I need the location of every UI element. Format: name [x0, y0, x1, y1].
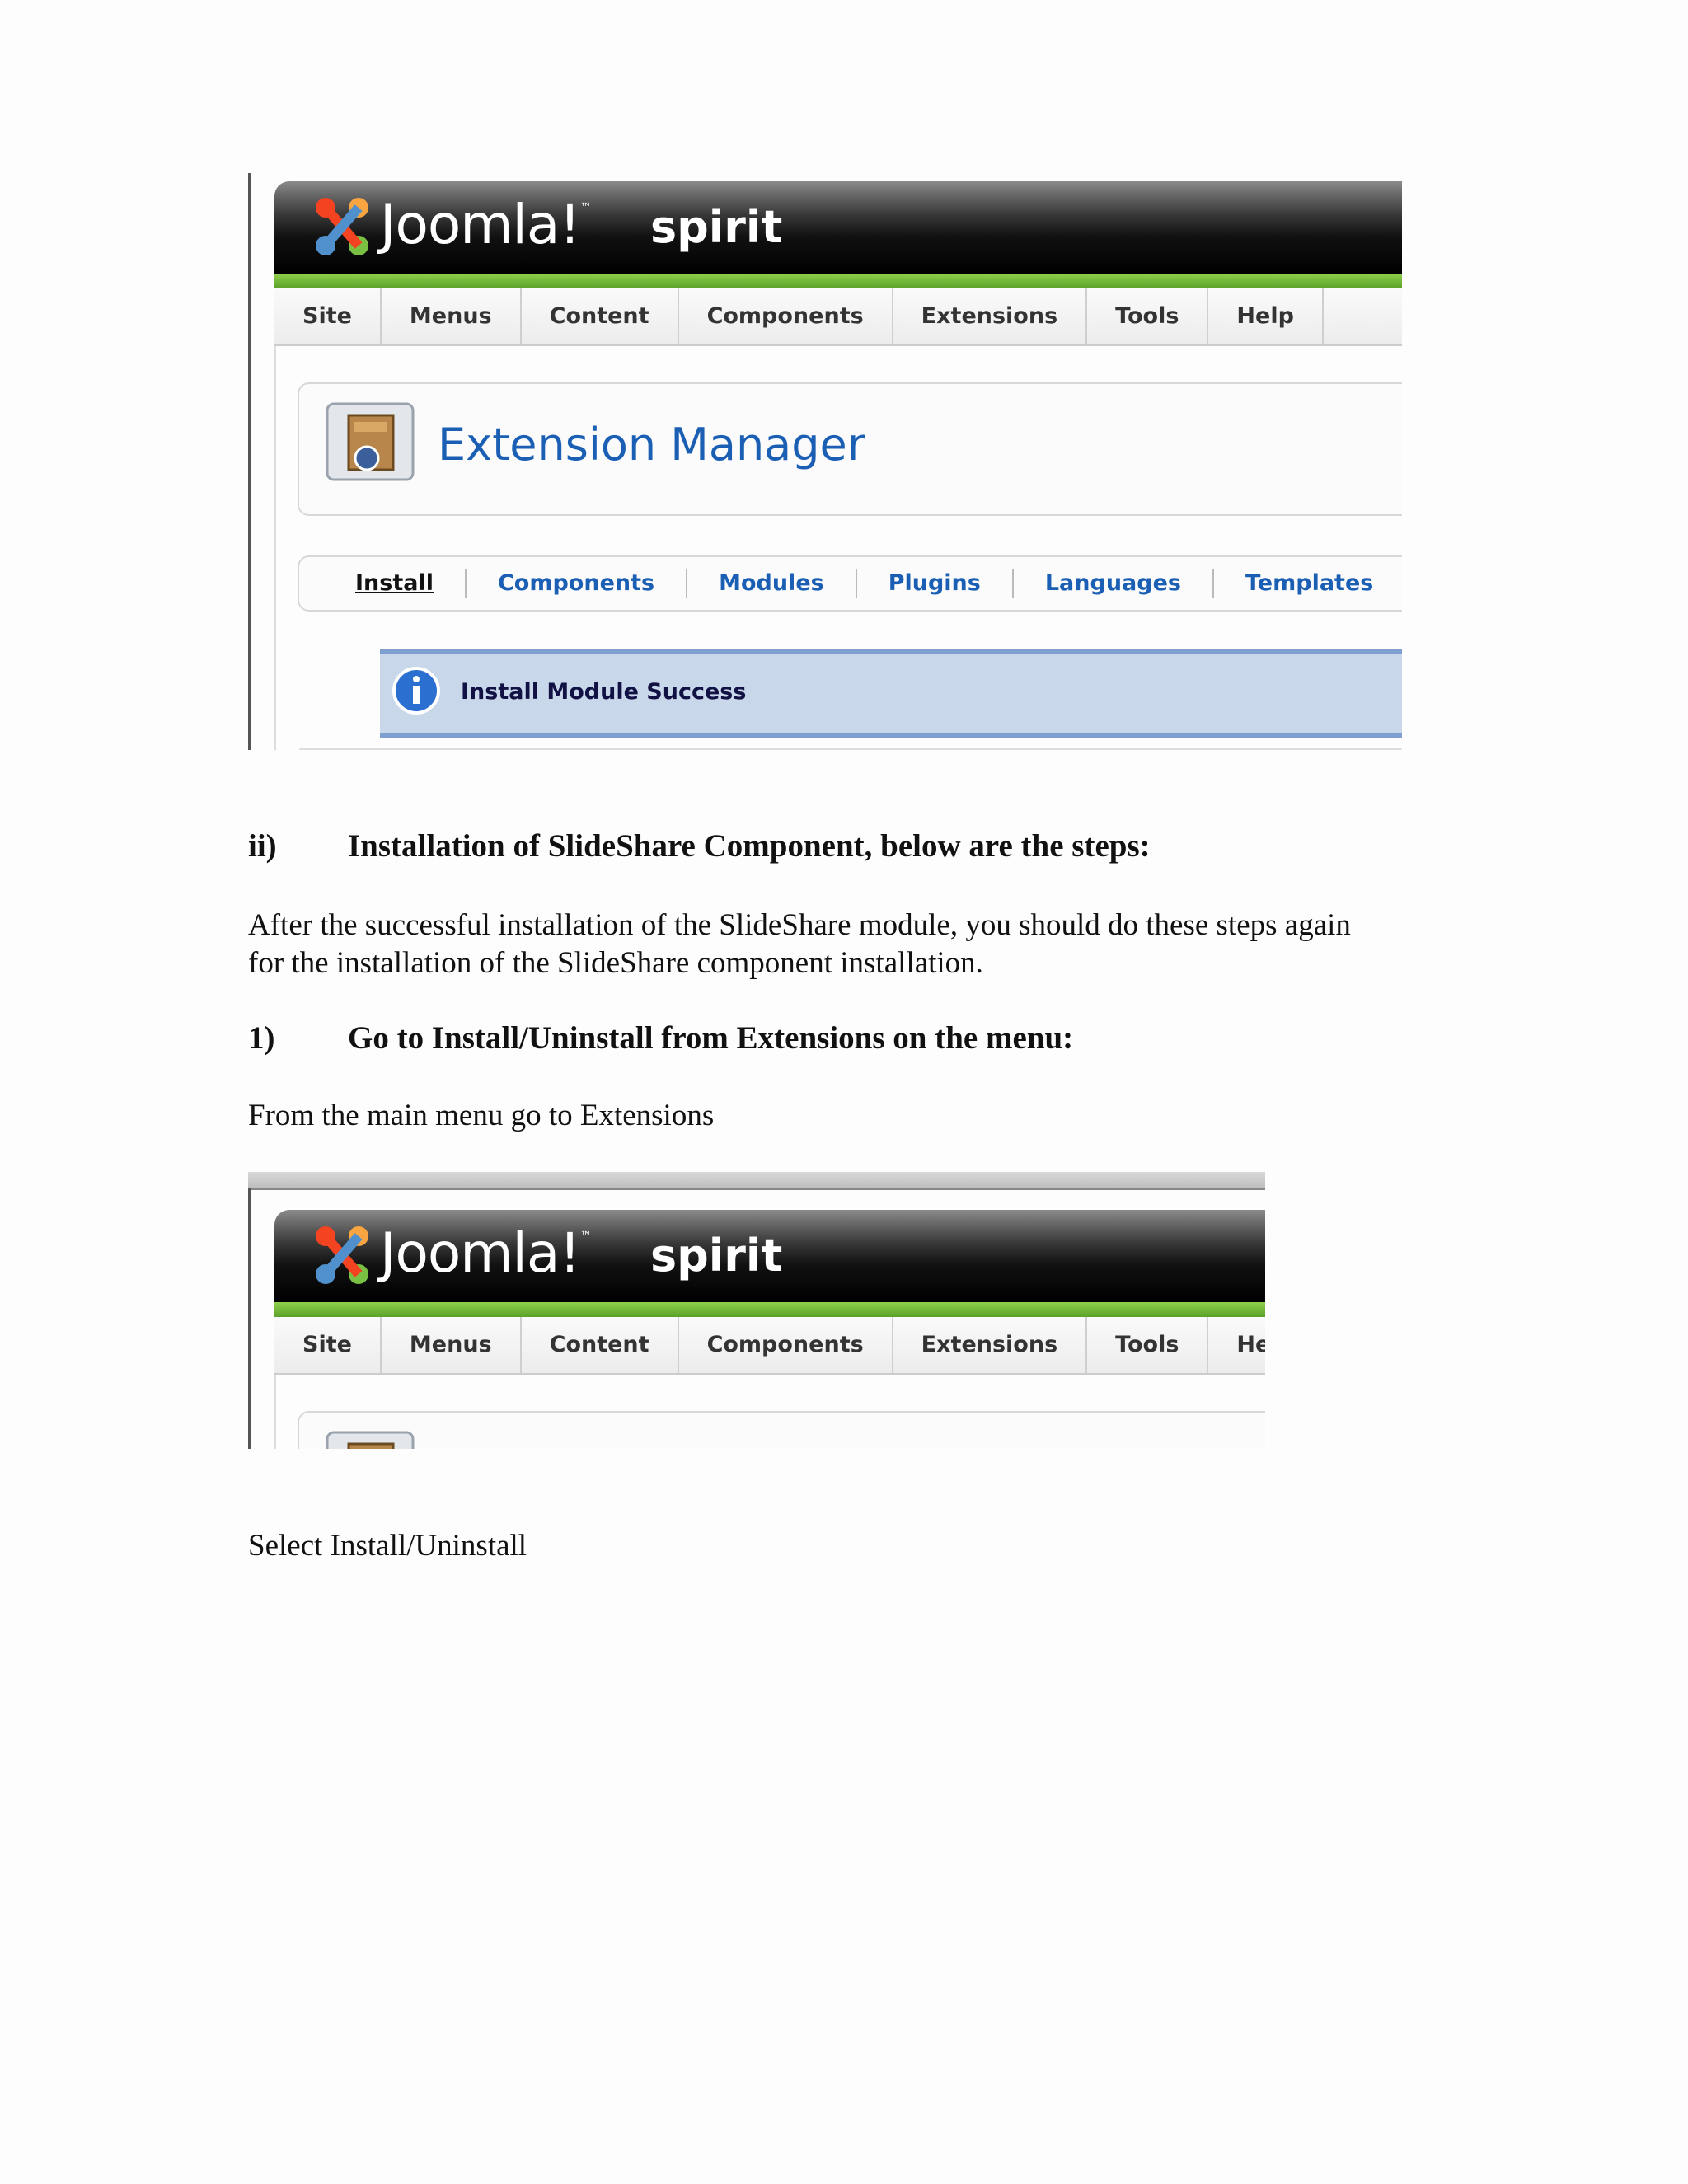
page-title-box-cropped [298, 1411, 1265, 1449]
extension-tabs: Install Components Modules Plugins Langu… [298, 555, 1402, 612]
step-number: 1) [248, 1020, 275, 1056]
screenshot-extension-manager: Joomla!™ spirit Site Menus Content Compo… [248, 173, 1402, 750]
menu-components[interactable]: Components [679, 288, 893, 344]
message-text: Install Module Success [461, 679, 747, 705]
green-bar [274, 1302, 1265, 1317]
menu-tools[interactable]: Tools [1087, 1317, 1209, 1373]
window-top-strip [248, 1172, 1265, 1190]
menu-menus[interactable]: Menus [382, 288, 522, 344]
menu-site[interactable]: Site [274, 288, 382, 344]
screenshot-main-menu: Joomla!™ spirit Site Menus Content Compo… [248, 1172, 1265, 1449]
menu-tools[interactable]: Tools [1087, 288, 1209, 344]
tab-languages[interactable]: Languages [1014, 569, 1214, 598]
menu-help[interactable]: Help [1208, 288, 1324, 344]
screenshot-border [248, 1188, 251, 1449]
menu-help[interactable]: Help [1208, 1317, 1265, 1373]
menu-extensions[interactable]: Extensions [893, 1317, 1088, 1373]
menu-menus[interactable]: Menus [382, 1317, 522, 1373]
success-message: Install Module Success [380, 649, 1402, 738]
menu-content[interactable]: Content [522, 288, 679, 344]
joomla-logo-icon [316, 198, 368, 255]
menu-site[interactable]: Site [274, 1317, 382, 1373]
green-bar [274, 274, 1402, 288]
tab-install[interactable]: Install [324, 569, 467, 598]
tab-plugins[interactable]: Plugins [857, 569, 1014, 598]
tab-modules[interactable]: Modules [687, 569, 857, 598]
step-paragraph: From the main menu go to Extensions [248, 1099, 715, 1132]
brand-name: Joomla!™ [380, 1221, 592, 1285]
brand-edition: spirit [650, 1230, 783, 1282]
main-menu: Site Menus Content Components Extensions… [274, 1317, 1265, 1375]
brand-name: Joomla!™ [380, 193, 592, 256]
menu-extensions[interactable]: Extensions [893, 288, 1088, 344]
page-title-box: Extension Manager [298, 382, 1402, 516]
menu-components[interactable]: Components [679, 1317, 893, 1373]
extension-manager-icon [326, 402, 415, 481]
info-icon [392, 667, 440, 715]
section-paragraph: After the successful installation of the… [248, 908, 1351, 980]
brand-edition: spirit [650, 201, 783, 253]
tab-components[interactable]: Components [467, 569, 688, 598]
joomla-header: Joomla!™ spirit [274, 1210, 1265, 1302]
section-heading: Installation of SlideShare Component, be… [348, 828, 1151, 864]
section-number: ii) [248, 828, 277, 864]
closing-text: Select Install/Uninstall [248, 1529, 528, 1563]
page-title: Extension Manager [438, 419, 865, 471]
main-menu: Site Menus Content Components Extensions… [274, 288, 1402, 346]
joomla-header: Joomla!™ spirit [274, 181, 1402, 274]
extension-manager-icon [326, 1431, 415, 1449]
screenshot-border [248, 173, 251, 750]
joomla-logo-icon [316, 1226, 368, 1284]
menu-content[interactable]: Content [522, 1317, 679, 1373]
tab-templates[interactable]: Templates [1214, 569, 1402, 598]
step-heading: Go to Install/Uninstall from Extensions … [348, 1020, 1074, 1056]
